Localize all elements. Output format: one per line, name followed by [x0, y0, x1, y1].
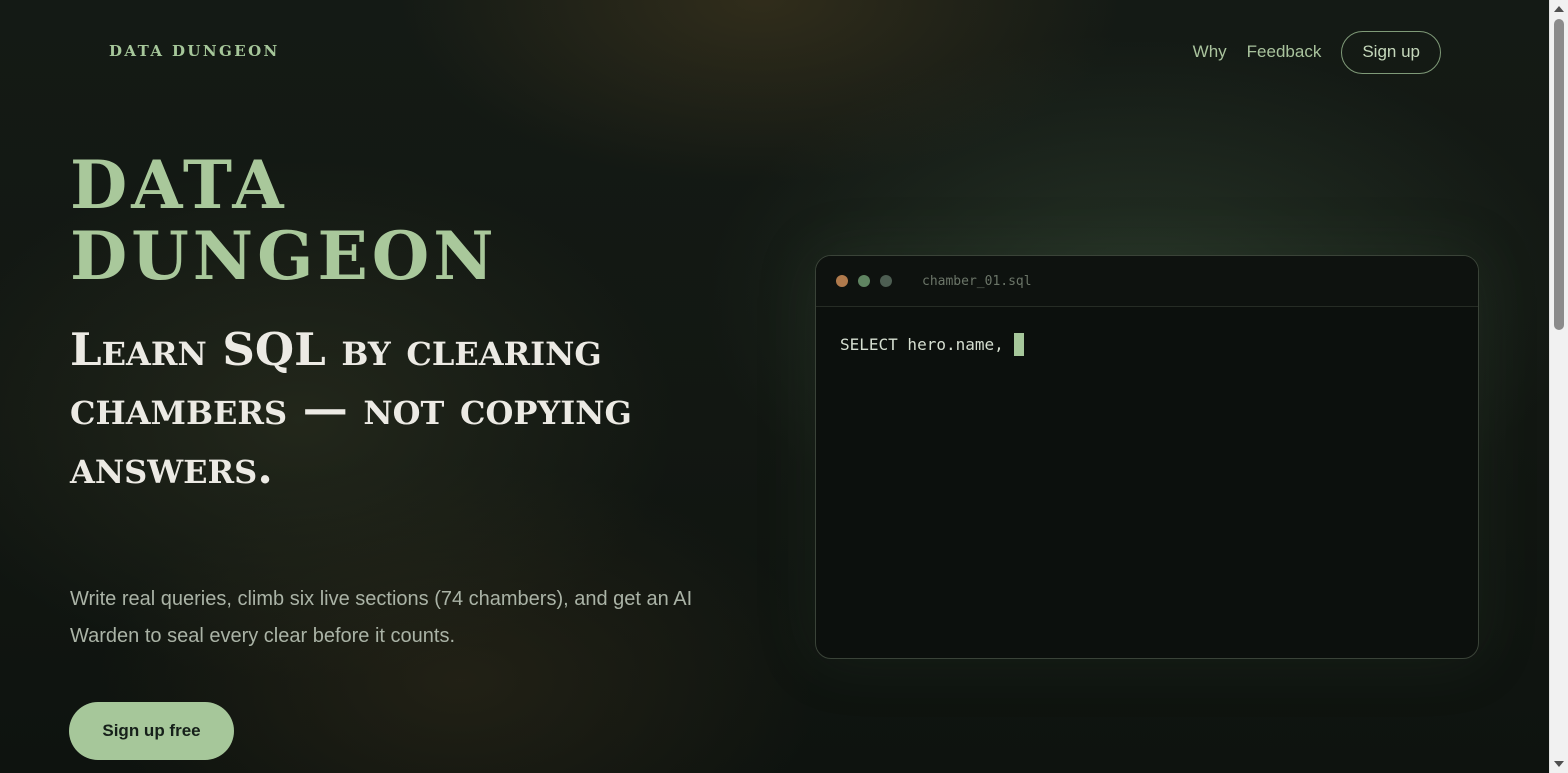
- editor-code-area[interactable]: SELECT hero.name,: [816, 307, 1478, 382]
- editor-titlebar: chamber_01.sql: [816, 256, 1478, 307]
- hero-title: DATA DUNGEON: [70, 150, 498, 292]
- scrollbar-thumb[interactable]: [1554, 19, 1564, 330]
- signup-free-button[interactable]: Sign up free: [69, 702, 234, 760]
- window-dot-icon: [836, 275, 848, 287]
- code-line: SELECT hero.name,: [840, 335, 1004, 354]
- brand-logo[interactable]: DATA DUNGEON: [109, 42, 280, 60]
- hero-description: Write real queries, climb six live secti…: [70, 588, 693, 647]
- landing-page: DATA DUNGEON Why Feedback Sign up DATA D…: [0, 0, 1550, 773]
- editor-filename: chamber_01.sql: [922, 273, 1032, 289]
- nav-feedback-link[interactable]: Feedback: [1247, 42, 1322, 62]
- hero-title-line1: DATA: [70, 146, 288, 224]
- top-nav: Why Feedback Sign up: [1193, 29, 1441, 75]
- window-dot-icon: [880, 275, 892, 287]
- sql-editor-window[interactable]: chamber_01.sql SELECT hero.name,: [815, 255, 1479, 659]
- scroll-down-arrow-icon[interactable]: [1554, 761, 1564, 767]
- page-scrollbar[interactable]: [1549, 0, 1568, 773]
- hero-subtitle: Learn SQL by clearing chambers — not cop…: [70, 323, 632, 494]
- scroll-up-arrow-icon[interactable]: [1554, 6, 1564, 12]
- nav-why-link[interactable]: Why: [1193, 42, 1227, 62]
- text-cursor-icon: [1013, 333, 1024, 356]
- hero-title-line2: DUNGEON: [70, 217, 498, 295]
- window-dot-icon: [858, 275, 870, 287]
- nav-signup-button[interactable]: Sign up: [1341, 30, 1441, 74]
